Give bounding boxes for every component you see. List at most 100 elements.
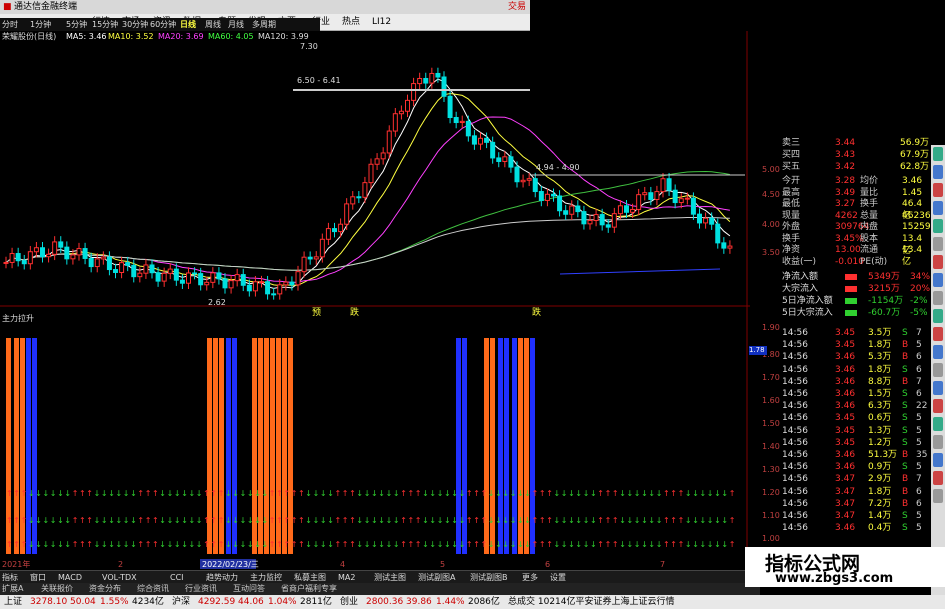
tool-icon[interactable] [933, 345, 943, 359]
tool-icon[interactable] [933, 165, 943, 179]
signal-arrow: ↓ [554, 516, 561, 525]
ma10-label: MA10: 3.52 [108, 32, 154, 41]
signal-arrow: ↑ [13, 489, 20, 498]
signal-arrow: ↑ [210, 540, 217, 549]
extension-tab[interactable]: 省商户福利专享 [281, 583, 337, 595]
tool-icon[interactable] [933, 309, 943, 323]
stat-row: 现量 4262 总量 462362 [750, 210, 936, 222]
signal-arrow: ↑ [729, 489, 736, 498]
candle-body [149, 264, 155, 274]
candle-body [611, 213, 617, 228]
period-tab[interactable]: 15分钟 [92, 18, 118, 31]
tool-icon[interactable] [933, 273, 943, 287]
extension-tab[interactable]: 资金分布 [89, 583, 121, 595]
signal-arrow: ↓ [181, 489, 188, 498]
tool-icon[interactable] [933, 291, 943, 305]
period-tab[interactable]: 多周期 [252, 18, 276, 31]
signal-arrow: ↓ [634, 489, 641, 498]
period-tab[interactable]: 5分钟 [66, 18, 87, 31]
signal-arrow: ↓ [101, 489, 108, 498]
extension-tab[interactable]: 扩展A [2, 583, 23, 595]
tool-icon[interactable] [933, 147, 943, 161]
signal-arrow: ↓ [700, 540, 707, 549]
signal-arrow: ↓ [393, 540, 400, 549]
candle-body [325, 228, 331, 240]
extension-tab[interactable]: 综合资讯 [137, 583, 169, 595]
period-tab[interactable]: 周线 [205, 18, 221, 31]
tool-icon[interactable] [933, 381, 943, 395]
tool-icon[interactable] [933, 237, 943, 251]
period-tab-active[interactable]: 日线 [180, 18, 196, 31]
signal-arrow: ↓ [524, 489, 531, 498]
tick-row: 14:56 3.45 0.6万 S 5 [782, 413, 922, 424]
tool-icon[interactable] [933, 183, 943, 197]
signal-arrow: ↓ [64, 540, 71, 549]
candle-body [484, 137, 490, 143]
kline-chart[interactable]: 7.306.50 - 6.414.94 - 4.902.62预跌跌 ↑ ↑ ↑ ↓ ↓ ↓… [0, 31, 750, 571]
tool-icon[interactable] [933, 201, 943, 215]
candle-body [557, 195, 563, 212]
period-tab[interactable]: 1分钟 [30, 18, 51, 31]
flow-pct: 34% [910, 272, 931, 282]
stat-cell: 量比 [860, 187, 879, 198]
signal-arrow: ↓ [517, 516, 524, 525]
stat-cell: 4262 [835, 210, 858, 221]
signal-arrow: ↓ [305, 540, 312, 549]
signal-arrow: ↓ [656, 489, 663, 498]
candle-body [216, 272, 222, 280]
signal-arrow: ↓ [378, 540, 385, 549]
candle-body [52, 241, 58, 255]
tool-icon[interactable] [933, 453, 943, 467]
signal-arrow: ↓ [262, 540, 269, 549]
signal-arrow: ↓ [692, 540, 699, 549]
signal-arrow: ↑ [400, 540, 407, 549]
candle-body [666, 178, 672, 191]
stat-row: 换手 3.45% 股本 13.4亿 [750, 233, 930, 256]
stat-cell: 流通 [860, 245, 879, 255]
candle-body [173, 268, 179, 281]
tool-icon[interactable] [933, 327, 943, 341]
extension-tab[interactable]: 互动问答 [233, 583, 265, 595]
signal-arrow: ↓ [64, 516, 71, 525]
date-tick: 2021年 [2, 559, 30, 569]
period-toolbar: 分时 1分钟 5分钟 15分钟 30分钟 60分钟 日线 周线 月线 多周期 [0, 18, 320, 31]
tool-icon[interactable] [933, 363, 943, 377]
extension-tab[interactable]: 行业资讯 [185, 583, 217, 595]
tool-icon[interactable] [933, 255, 943, 269]
signal-arrow: ↑ [152, 516, 159, 525]
signal-arrow: ↑ [597, 516, 604, 525]
candle-body [301, 256, 307, 273]
period-tab[interactable]: 30分钟 [122, 18, 148, 31]
signal-arrow: ↓ [108, 540, 115, 549]
signal-arrow: ↑ [269, 489, 276, 498]
tool-icon[interactable] [933, 489, 943, 503]
signal-arrow: ↑ [152, 540, 159, 549]
signal-arrow: ↓ [451, 540, 458, 549]
signal-arrow: ↓ [685, 516, 692, 525]
period-tab[interactable]: 分时 [2, 18, 18, 31]
menu-li12[interactable]: LI12 [372, 14, 391, 31]
signal-arrow: ↑ [670, 489, 677, 498]
signal-arrow: ↓ [634, 540, 641, 549]
period-tab[interactable]: 60分钟 [150, 18, 176, 31]
flow-value: 3215万 [868, 284, 900, 294]
candle-body [119, 262, 125, 273]
extension-tab[interactable]: 关联报价 [41, 583, 73, 595]
tick-row: 14:56 3.45 1.3万 S 5 [782, 425, 922, 436]
candle-body [532, 178, 538, 193]
tool-icon[interactable] [933, 219, 943, 233]
period-tab[interactable]: 月线 [228, 18, 244, 31]
candle-body [429, 72, 435, 84]
tool-icon[interactable] [933, 471, 943, 485]
stock-name: 荣耀股份(日线) [2, 32, 57, 41]
signal-arrow: ↓ [656, 516, 663, 525]
date-highlight: 2022/02/23/三 [202, 560, 259, 569]
menu-hot[interactable]: 热点 [342, 14, 360, 31]
tool-icon[interactable] [933, 417, 943, 431]
tool-icon[interactable] [933, 435, 943, 449]
signal-arrow: ↓ [57, 489, 64, 498]
flow-row: 5日净流入额 -1154万 -2% [750, 295, 930, 307]
tool-icon[interactable] [933, 399, 943, 413]
signal-arrow: ↓ [627, 489, 634, 498]
tick-row: 14:56 3.45 3.5万 S 7 [782, 328, 922, 338]
